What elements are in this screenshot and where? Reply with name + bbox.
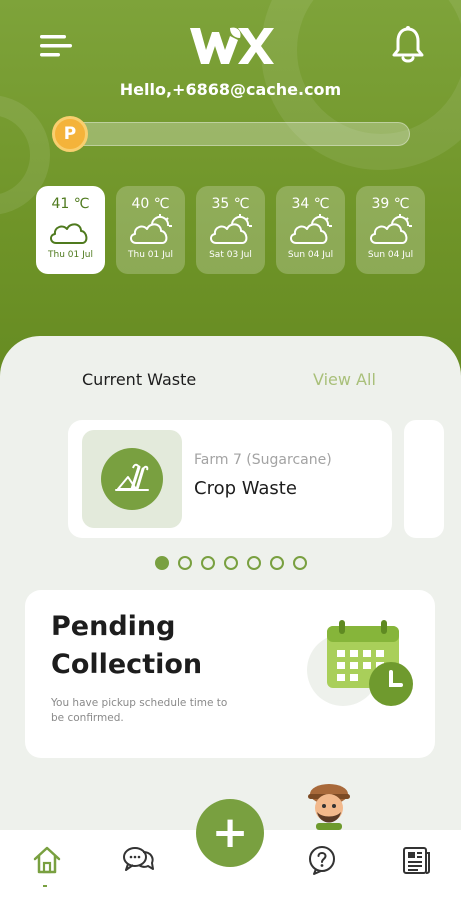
add-button[interactable]: + — [196, 799, 264, 867]
main-panel — [0, 336, 461, 836]
news-icon[interactable] — [395, 840, 435, 880]
app-logo — [186, 20, 276, 70]
points-badge: P — [52, 116, 88, 152]
waste-farm-label: Farm 7 (Sugarcane) — [194, 452, 332, 468]
pending-collection-description: You have pickup schedule time to be conf… — [51, 697, 228, 724]
view-all-link[interactable]: View All — [313, 370, 376, 389]
waste-card[interactable]: Farm 7 (Sugarcane) Crop Waste — [68, 420, 392, 538]
carousel-pager — [155, 556, 307, 570]
home-icon[interactable] — [27, 840, 67, 880]
pending-collection-title: Pending Collection — [51, 611, 203, 680]
menu-icon[interactable] — [36, 28, 76, 64]
farmer-avatar-icon — [302, 780, 356, 830]
weather-date: Sun 04 Jul — [287, 250, 334, 260]
points-progress-track — [70, 122, 410, 146]
cloud-sun-icon — [288, 214, 334, 246]
weather-temperature: 34 ℃ — [291, 196, 330, 212]
sugarcane-icon — [101, 448, 163, 510]
cloud-sun-icon — [128, 214, 174, 246]
pager-dot[interactable] — [201, 556, 215, 570]
weather-temperature: 41 ℃ — [51, 196, 90, 212]
points-progress: P — [52, 116, 410, 152]
chat-icon[interactable] — [118, 840, 158, 880]
next-waste-card[interactable] — [404, 420, 444, 538]
waste-thumbnail — [82, 430, 182, 528]
app-header: Hello,+6868@cache.com P 41 ℃ Thu 01 Jul 4… — [0, 0, 461, 380]
pager-dot[interactable] — [293, 556, 307, 570]
pager-dot[interactable] — [270, 556, 284, 570]
greeting-text: Hello,+6868@cache.com — [119, 80, 342, 99]
bell-icon[interactable] — [388, 24, 428, 66]
cloud-sun-icon — [368, 214, 414, 246]
help-icon[interactable] — [302, 840, 342, 880]
weather-temperature: 40 ℃ — [131, 196, 170, 212]
weather-card[interactable]: 40 ℃ Thu 01 Jul — [116, 186, 185, 274]
pending-collection-card[interactable]: Pending Collection You have pickup sched… — [25, 590, 435, 758]
cloud-sun-icon — [208, 214, 254, 246]
weather-card[interactable]: 35 ℃ Sat 03 Jul — [196, 186, 265, 274]
weather-card[interactable]: 34 ℃ Sun 04 Jul — [276, 186, 345, 274]
weather-date: Thu 01 Jul — [128, 250, 173, 260]
pager-dot[interactable] — [224, 556, 238, 570]
calendar-clock-icon — [305, 612, 415, 716]
active-tab-indicator — [43, 885, 47, 887]
pager-dot[interactable] — [155, 556, 169, 570]
current-waste-title: Current Waste — [82, 370, 197, 389]
weather-temperature: 39 ℃ — [371, 196, 410, 212]
weather-date: Thu 01 Jul — [48, 250, 93, 260]
weather-card[interactable]: 39 ℃ Sun 04 Jul — [356, 186, 425, 274]
weather-temperature: 35 ℃ — [211, 196, 250, 212]
pager-dot[interactable] — [178, 556, 192, 570]
waste-type-label: Crop Waste — [194, 478, 297, 499]
weather-forecast: 41 ℃ Thu 01 Jul 40 ℃ Thu 01 Jul 35 ℃ Sat 0… — [36, 186, 430, 276]
weather-card[interactable]: 41 ℃ Thu 01 Jul — [36, 186, 105, 274]
weather-date: Sun 04 Jul — [367, 250, 414, 260]
weather-date: Sat 03 Jul — [209, 250, 252, 260]
cloud-icon — [48, 214, 94, 246]
pager-dot[interactable] — [247, 556, 261, 570]
